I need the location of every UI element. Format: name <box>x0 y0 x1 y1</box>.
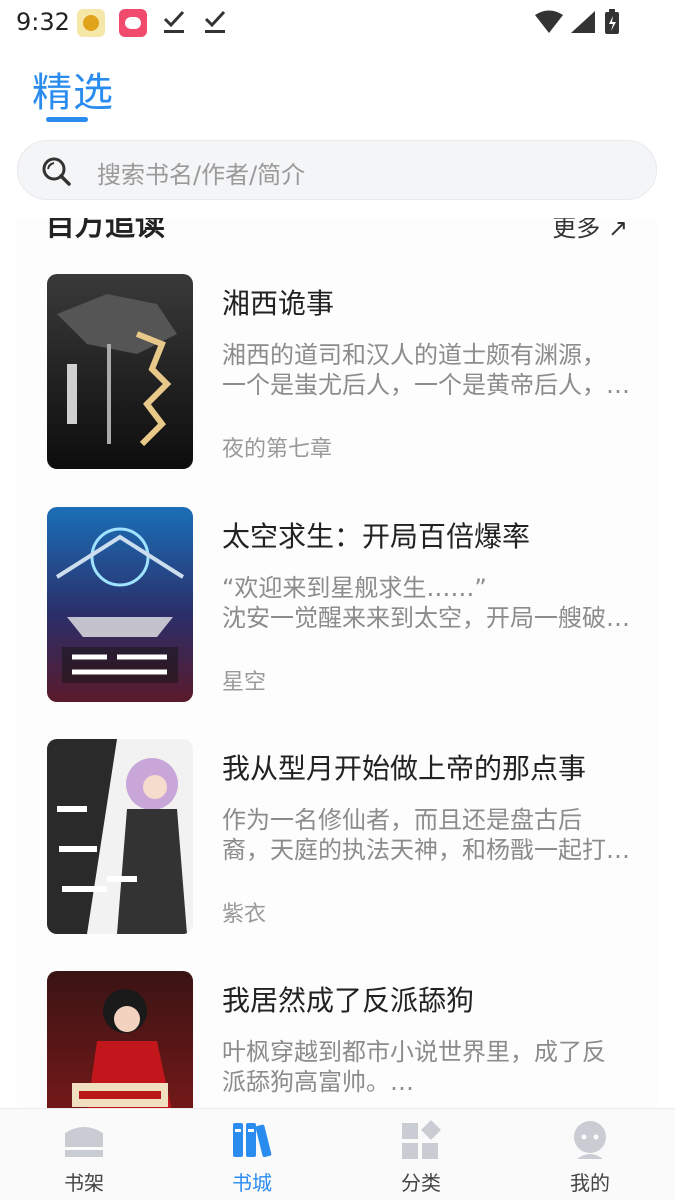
wifi-icon <box>535 10 563 33</box>
tab-active-indicator <box>46 117 88 122</box>
book-item[interactable]: 我从型月开始做上帝的那点事 作为一名修仙者，而且还是盘古后 裔，天庭的执法天神，和… <box>47 739 637 939</box>
download-done-icon <box>163 10 185 33</box>
book-item[interactable]: 湘西诡事 湘西的道司和汉人的道士颇有渊源， 一个是蚩尤后人，一个是黄帝后人，… 夜… <box>47 274 637 474</box>
category-icon <box>402 1120 441 1159</box>
nav-label: 我的 <box>570 1171 610 1195</box>
book-item[interactable]: 太空求生：开局百倍爆率 “欢迎来到星舰求生……” 沈安一觉醒来来到太空，开局一艘破… <box>47 507 637 707</box>
book-description: 叶枫穿越到都市小说世界里，成了反 派舔狗高富帅。… <box>222 1038 606 1096</box>
system-status-icons <box>535 9 619 34</box>
book-list-section: 百万追读 更多 ↗ 湘西诡事 湘西的道司和汉人的道士颇有渊源， 一个是蚩尤后人，一… <box>17 218 658 1108</box>
nav-category[interactable]: 分类 <box>337 1109 505 1201</box>
app-notification-icon <box>77 9 105 37</box>
nav-bookshelf[interactable]: 书架 <box>0 1109 168 1201</box>
search-placeholder: 搜索书名/作者/简介 <box>97 161 306 189</box>
book-cover <box>47 739 193 934</box>
nav-label: 书城 <box>232 1171 272 1195</box>
nav-bookstore[interactable]: 书城 <box>168 1109 336 1201</box>
section-title: 百万追读 <box>45 218 165 243</box>
app-notification-icon <box>119 9 147 37</box>
nav-profile[interactable]: 我的 <box>506 1109 674 1201</box>
book-cover <box>47 507 193 702</box>
more-link[interactable]: 更多 ↗ <box>552 218 628 243</box>
book-cover <box>47 274 193 469</box>
bottom-navigation: 书架 书城 分类 我的 <box>0 1108 675 1200</box>
nav-label: 分类 <box>401 1171 441 1195</box>
download-done-icon <box>204 10 226 33</box>
book-description: 湘西的道司和汉人的道士颇有渊源， 一个是蚩尤后人，一个是黄帝后人，… <box>222 341 630 399</box>
book-title: 太空求生：开局百倍爆率 <box>222 520 531 553</box>
book-author: 紫衣 <box>222 902 267 927</box>
book-description: “欢迎来到星舰求生……” 沈安一觉醒来来到太空，开局一艘破… <box>222 574 630 632</box>
book-title: 我从型月开始做上帝的那点事 <box>222 752 587 785</box>
search-input[interactable]: 搜索书名/作者/简介 <box>17 140 657 200</box>
status-time: 9:32 <box>16 8 70 36</box>
book-author: 星空 <box>222 670 267 695</box>
tab-featured[interactable]: 精选 <box>32 60 114 118</box>
nav-label: 书架 <box>64 1171 104 1195</box>
book-description: 作为一名修仙者，而且还是盘古后 裔，天庭的执法天神，和杨戬一起打… <box>222 806 630 864</box>
signal-icon <box>571 11 595 33</box>
book-title: 我居然成了反派舔狗 <box>222 984 475 1017</box>
book-title: 湘西诡事 <box>222 287 335 320</box>
book-cover <box>47 971 193 1108</box>
book-item[interactable]: 我居然成了反派舔狗 叶枫穿越到都市小说世界里，成了反 派舔狗高富帅。… <box>47 971 637 1108</box>
search-icon <box>42 157 71 186</box>
bookstore-icon <box>233 1123 272 1158</box>
header: 精选 <box>0 48 675 128</box>
bookshelf-icon <box>65 1127 103 1157</box>
book-author: 夜的第七章 <box>222 437 333 462</box>
status-bar: 9:32 <box>0 0 675 48</box>
profile-icon <box>574 1121 606 1159</box>
